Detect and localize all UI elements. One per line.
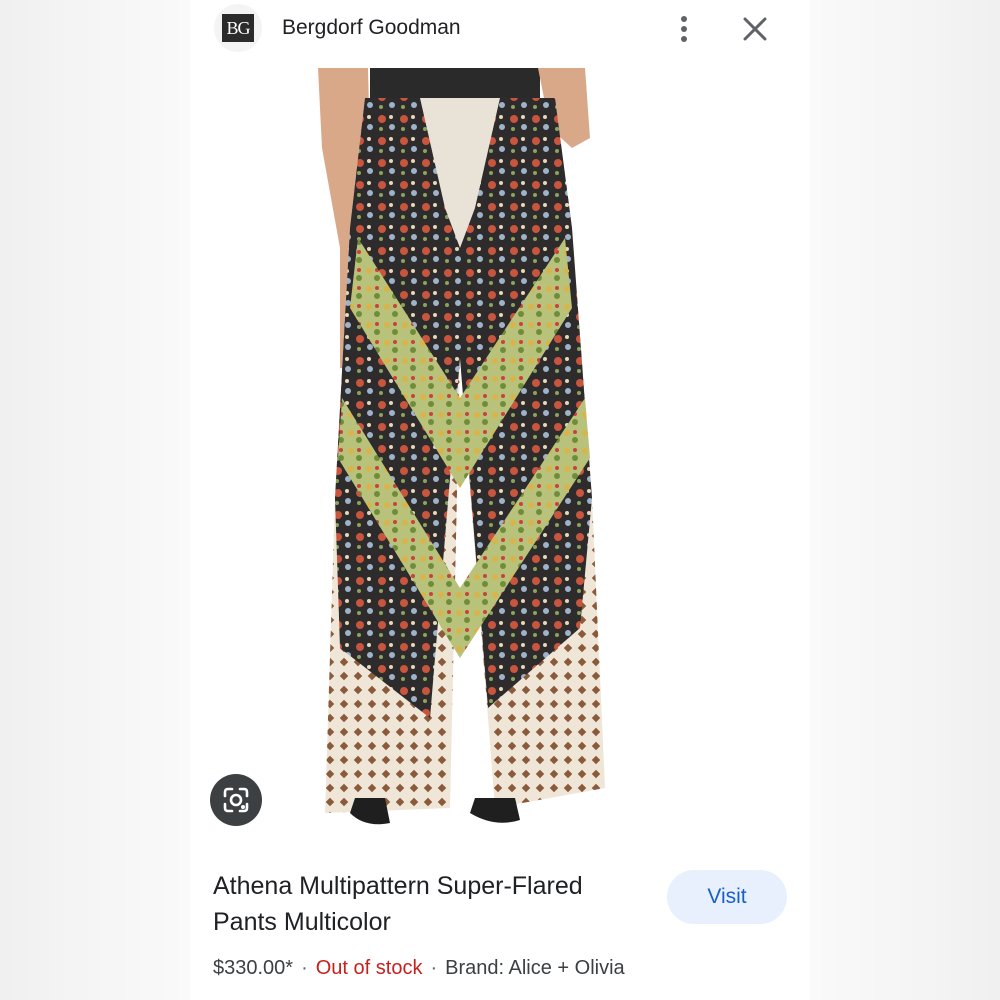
separator-dot: · [430,957,438,979]
card-header: BG Bergdorf Goodman [190,0,810,58]
visit-button[interactable]: Visit [667,870,787,924]
source-name: Bergdorf Goodman [282,16,461,39]
google-lens-icon [223,787,249,813]
more-vert-icon[interactable] [674,14,694,44]
source-logo: BG [214,4,262,52]
stock-status: Out of stock [315,957,423,979]
product-card: BG Bergdorf Goodman Athena Multipattern … [190,0,810,1000]
product-image[interactable] [310,68,690,828]
separator-dot: · [301,957,308,979]
close-icon[interactable] [740,14,770,44]
google-lens-button[interactable] [210,774,262,826]
product-title[interactable]: Athena Multipattern Super-Flared Pants M… [213,868,653,940]
product-price: $330.00* [213,957,294,979]
source-logo-text: BG [222,14,254,42]
background-left [0,0,190,1000]
product-meta: $330.00* · Out of stock · Brand: Alice + Oli… [213,957,625,980]
product-brand: Brand: Alice + Olivia [445,957,625,979]
background-right [810,0,1000,1000]
